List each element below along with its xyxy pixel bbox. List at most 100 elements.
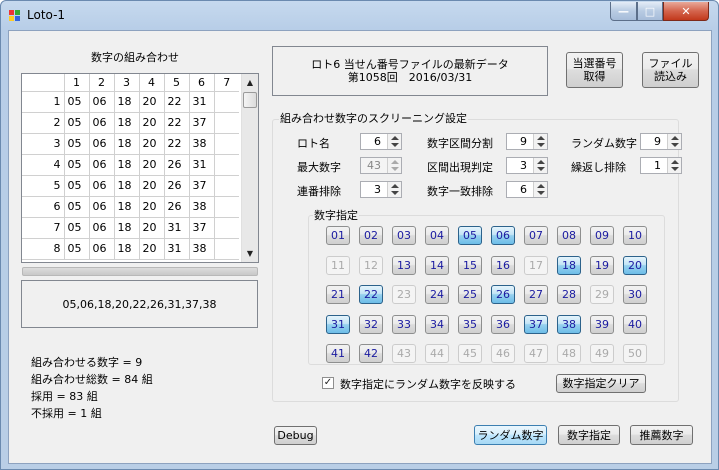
table-row[interactable]: 2 05 06 18 20 22 37 xyxy=(22,112,239,134)
table-cell[interactable]: 26 xyxy=(164,154,190,176)
row-header[interactable]: 3 xyxy=(22,133,65,155)
table-cell[interactable]: 05 xyxy=(64,133,90,155)
number-button-03[interactable]: 03 xyxy=(392,226,416,245)
row-header[interactable]: 5 xyxy=(22,175,65,197)
number-button-36[interactable]: 36 xyxy=(491,314,515,334)
spin-arrows-icon[interactable] xyxy=(533,182,547,197)
table-cell[interactable]: 06 xyxy=(89,91,115,113)
table-cell[interactable]: 05 xyxy=(64,91,90,113)
row-header[interactable]: 4 xyxy=(22,154,65,176)
table-cell[interactable]: 18 xyxy=(114,133,140,155)
title-bar[interactable]: Loto-1 — □ ✕ xyxy=(1,1,718,29)
spin-arrows-icon[interactable] xyxy=(387,134,401,149)
column-header[interactable]: 3 xyxy=(114,74,140,92)
table-cell[interactable]: 31 xyxy=(189,154,215,176)
table-cell[interactable]: 20 xyxy=(139,91,165,113)
minimize-button[interactable]: — xyxy=(610,2,637,21)
table-cell[interactable]: 06 xyxy=(89,154,115,176)
table-cell[interactable]: 06 xyxy=(89,196,115,218)
spin-arrows-icon[interactable] xyxy=(667,158,681,173)
number-button-27[interactable]: 27 xyxy=(524,285,548,304)
table-cell[interactable]: 18 xyxy=(114,196,140,218)
spin-arrows-icon[interactable] xyxy=(533,134,547,149)
number-button-20[interactable]: 20 xyxy=(623,255,647,275)
table-cell[interactable] xyxy=(214,196,239,218)
table-cell[interactable]: 37 xyxy=(189,112,215,134)
number-button-25[interactable]: 25 xyxy=(458,285,482,304)
row-header[interactable]: 1 xyxy=(22,91,65,113)
table-cell[interactable]: 06 xyxy=(89,133,115,155)
table-cell[interactable]: 20 xyxy=(139,112,165,134)
column-header[interactable]: 1 xyxy=(64,74,90,92)
table-cell[interactable]: 05 xyxy=(64,175,90,197)
number-button-42[interactable]: 42 xyxy=(359,344,383,363)
number-button-26[interactable]: 26 xyxy=(491,285,515,304)
table-cell[interactable] xyxy=(214,112,239,134)
column-header[interactable]: 6 xyxy=(189,74,215,92)
table-cell[interactable]: 20 xyxy=(139,133,165,155)
repeat-exclude-spinner[interactable]: 1 xyxy=(640,157,682,174)
table-cell[interactable]: 31 xyxy=(164,217,190,239)
table-cell[interactable]: 05 xyxy=(64,238,90,260)
number-button-39[interactable]: 39 xyxy=(590,314,614,334)
scroll-thumb[interactable] xyxy=(243,92,257,108)
table-cell[interactable]: 26 xyxy=(164,196,190,218)
table-cell[interactable]: 26 xyxy=(164,175,190,197)
spin-arrows-icon[interactable] xyxy=(533,158,547,173)
vertical-scrollbar[interactable]: ▲ ▼ xyxy=(241,74,258,262)
number-button-28[interactable]: 28 xyxy=(557,285,581,304)
column-header[interactable] xyxy=(22,74,65,92)
table-cell[interactable]: 22 xyxy=(164,112,190,134)
table-cell[interactable]: 20 xyxy=(139,217,165,239)
table-cell[interactable]: 31 xyxy=(189,91,215,113)
horizontal-scrollbar[interactable] xyxy=(22,267,258,276)
table-cell[interactable]: 20 xyxy=(139,238,165,260)
number-button-14[interactable]: 14 xyxy=(425,255,449,275)
table-cell[interactable]: 20 xyxy=(139,196,165,218)
table-cell[interactable]: 06 xyxy=(89,238,115,260)
table-cell[interactable]: 37 xyxy=(189,175,215,197)
column-header[interactable]: 4 xyxy=(139,74,165,92)
spin-arrows-icon[interactable] xyxy=(667,134,681,149)
table-row[interactable]: 6 05 06 18 20 26 38 xyxy=(22,196,239,218)
number-button-06[interactable]: 06 xyxy=(491,226,515,245)
table-cell[interactable]: 22 xyxy=(164,133,190,155)
number-button-13[interactable]: 13 xyxy=(392,255,416,275)
column-header[interactable]: 7 xyxy=(214,74,239,92)
maximize-button[interactable]: □ xyxy=(637,2,663,21)
number-button-10[interactable]: 10 xyxy=(623,226,647,245)
table-cell[interactable]: 22 xyxy=(164,91,190,113)
number-button-08[interactable]: 08 xyxy=(557,226,581,245)
table-cell[interactable] xyxy=(214,91,239,113)
number-button-02[interactable]: 02 xyxy=(359,226,383,245)
debug-button[interactable]: Debug xyxy=(274,426,317,445)
column-header[interactable]: 5 xyxy=(164,74,190,92)
number-button-07[interactable]: 07 xyxy=(524,226,548,245)
number-button-35[interactable]: 35 xyxy=(458,314,482,334)
table-cell[interactable]: 06 xyxy=(89,175,115,197)
row-header[interactable]: 6 xyxy=(22,196,65,218)
split-spinner[interactable]: 9 xyxy=(506,133,548,150)
table-cell[interactable]: 05 xyxy=(64,154,90,176)
table-cell[interactable]: 38 xyxy=(189,133,215,155)
table-cell[interactable]: 20 xyxy=(139,154,165,176)
table-cell[interactable]: 05 xyxy=(64,196,90,218)
table-row[interactable]: 4 05 06 18 20 26 31 xyxy=(22,154,239,176)
table-cell[interactable]: 05 xyxy=(64,217,90,239)
number-button-31[interactable]: 31 xyxy=(326,314,350,334)
table-cell[interactable]: 18 xyxy=(114,112,140,134)
table-cell[interactable]: 37 xyxy=(189,217,215,239)
close-button[interactable]: ✕ xyxy=(663,2,709,21)
number-button-41[interactable]: 41 xyxy=(326,344,350,363)
table-cell[interactable]: 18 xyxy=(114,217,140,239)
table-cell[interactable]: 38 xyxy=(189,196,215,218)
random-button[interactable]: ランダム数字 xyxy=(474,425,547,445)
number-button-34[interactable]: 34 xyxy=(425,314,449,334)
table-cell[interactable] xyxy=(214,175,239,197)
specify-button[interactable]: 数字指定 xyxy=(558,425,620,445)
number-button-18[interactable]: 18 xyxy=(557,255,581,275)
spin-arrows-icon[interactable] xyxy=(387,182,401,197)
number-button-19[interactable]: 19 xyxy=(590,255,614,275)
table-cell[interactable]: 05 xyxy=(64,112,90,134)
row-header[interactable]: 7 xyxy=(22,217,65,239)
